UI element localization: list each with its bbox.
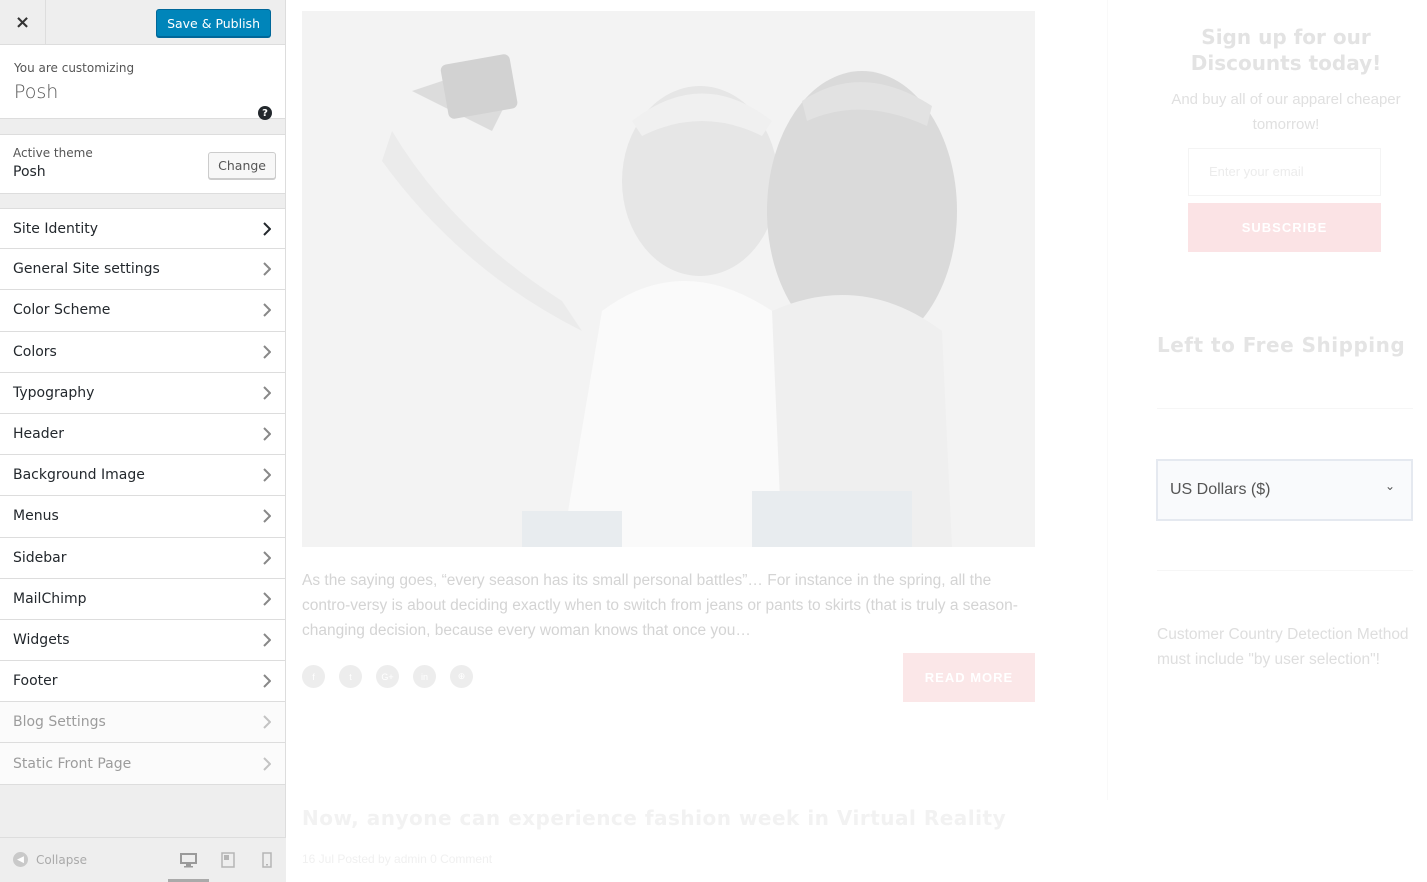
section-blog-settings[interactable]: Blog Settings — [0, 702, 285, 744]
section-label: Colors — [13, 343, 57, 360]
facebook-icon[interactable]: f — [302, 665, 325, 688]
section-general-site-settings[interactable]: General Site settings — [0, 249, 285, 291]
country-detection-note: Customer Country Detection Method must i… — [1157, 626, 1409, 668]
chevron-right-icon — [260, 592, 272, 606]
signup-widget: Sign up for our Discounts today! And buy… — [1155, 0, 1427, 282]
section-label: Site Identity — [13, 220, 98, 237]
currency-value: US Dollars ($) — [1170, 481, 1271, 498]
post-excerpt: As the saying goes, “every season has it… — [302, 572, 1018, 639]
tablet-preview-icon[interactable] — [218, 850, 238, 870]
chevron-right-icon — [260, 509, 272, 524]
customizing-label: You are customizing — [14, 61, 135, 75]
mobile-preview-icon[interactable] — [257, 850, 277, 870]
collapse-icon: ◀ — [13, 852, 28, 867]
chevron-right-icon — [260, 386, 272, 400]
active-theme-panel: Active theme Posh Change — [0, 134, 285, 194]
chevron-right-icon — [260, 756, 272, 771]
customizing-info: You are customizing Posh ? — [0, 45, 285, 120]
chevron-right-icon — [260, 221, 272, 236]
currency-select[interactable]: US Dollars ($) ⌄ — [1156, 459, 1413, 521]
section-label: Blog Settings — [13, 714, 106, 731]
twitter-icon[interactable]: t — [339, 665, 362, 688]
chevron-right-icon — [260, 633, 272, 647]
chevron-right-icon — [260, 262, 272, 276]
customizer-header: × Save & Publish — [0, 0, 285, 45]
section-label: Static Front Page — [13, 755, 132, 772]
post-title[interactable]: Now, anyone can experience fashion week … — [302, 806, 1006, 830]
section-label: Widgets — [13, 631, 70, 648]
close-customizer-button[interactable]: × — [0, 0, 46, 45]
featured-image[interactable] — [302, 11, 1035, 547]
site-preview: As the saying goes, “every season has it… — [287, 0, 1427, 882]
chevron-right-icon — [260, 715, 272, 730]
section-label: Background Image — [13, 467, 145, 484]
linkedin-icon[interactable]: in — [413, 665, 436, 688]
section-typography[interactable]: Typography — [0, 372, 285, 414]
section-site-identity[interactable]: Site Identity — [0, 208, 285, 250]
chevron-right-icon — [260, 674, 272, 688]
chevron-right-icon — [260, 344, 272, 359]
section-footer[interactable]: Footer — [0, 661, 285, 703]
site-title: Posh — [14, 81, 59, 103]
section-label: Color Scheme — [13, 302, 111, 319]
chevron-right-icon — [260, 303, 272, 318]
section-colors[interactable]: Colors — [0, 331, 285, 373]
save-publish-button[interactable]: Save & Publish — [156, 9, 271, 37]
section-mailchimp[interactable]: MailChimp — [0, 578, 285, 620]
customizer-sidebar: × Save & Publish You are customizing Pos… — [0, 0, 286, 882]
chevron-right-icon — [260, 468, 272, 482]
free-shipping-title: Left to Free Shipping — [1157, 333, 1406, 357]
chevron-right-icon — [260, 550, 272, 565]
read-more-button[interactable]: READ MORE — [903, 653, 1035, 702]
section-list: Site Identity General Site settings Color … — [0, 208, 285, 785]
chevron-down-icon: ⌄ — [1384, 479, 1395, 493]
section-header[interactable]: Header — [0, 413, 285, 456]
section-static-front-page[interactable]: Static Front Page — [0, 743, 285, 785]
pinterest-icon[interactable]: ⊕ — [450, 665, 473, 688]
close-icon: × — [14, 12, 31, 33]
section-label: Typography — [13, 384, 95, 401]
section-label: MailChimp — [13, 590, 87, 607]
section-label: Menus — [13, 508, 59, 525]
share-icons: f t G+ in ⊕ — [302, 665, 473, 688]
section-sidebar[interactable]: Sidebar — [0, 537, 285, 579]
section-widgets[interactable]: Widgets — [0, 619, 285, 662]
section-label: General Site settings — [13, 261, 160, 278]
change-theme-button[interactable]: Change — [208, 152, 276, 179]
collapse-label: Collapse — [36, 852, 87, 867]
collapse-button[interactable]: ◀ Collapse — [13, 852, 87, 867]
customizer-footer: ◀ Collapse — [0, 837, 286, 882]
signup-subtitle: And buy all of our apparel cheaper tomor… — [1171, 91, 1401, 133]
subscribe-button[interactable]: SUBSCRIBE — [1188, 203, 1381, 252]
section-label: Footer — [13, 673, 58, 690]
section-label: Header — [13, 426, 64, 443]
email-input[interactable]: Enter your email — [1188, 148, 1381, 196]
signup-title: Sign up for our Discounts today! — [1190, 25, 1382, 75]
section-background-image[interactable]: Background Image — [0, 455, 285, 497]
help-icon[interactable]: ? — [258, 106, 272, 120]
post-meta: 16 Jul Posted by admin 0 Comment — [302, 852, 493, 866]
section-menus[interactable]: Menus — [0, 496, 285, 538]
section-label: Sidebar — [13, 549, 67, 566]
featured-image-illustration — [302, 11, 1035, 547]
desktop-preview-icon[interactable] — [178, 850, 198, 870]
chevron-right-icon — [260, 427, 272, 441]
google-plus-icon[interactable]: G+ — [376, 665, 399, 688]
section-color-scheme[interactable]: Color Scheme — [0, 290, 285, 332]
